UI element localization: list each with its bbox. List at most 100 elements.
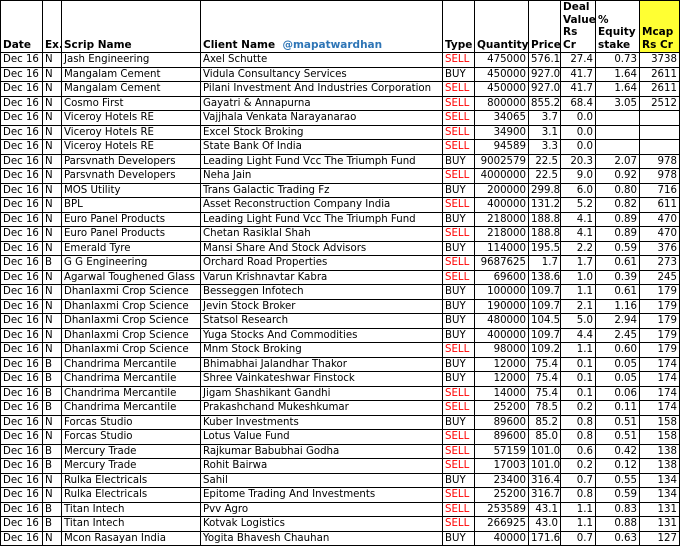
scrip-cell: Viceroy Hotels RE	[61, 110, 201, 126]
client-cell: Jevin Stock Broker	[200, 298, 443, 314]
price-cell: 22.5	[528, 153, 561, 169]
deal-value-cell: 2.2	[560, 240, 596, 256]
price-header: Price	[528, 0, 561, 53]
equity-header-line1: %	[598, 13, 609, 26]
quantity-cell: 480000	[474, 313, 529, 329]
table-row: Dec 16 N Parsvnath Developers Leading Light…	[0, 153, 680, 169]
exchange-cell: N	[42, 139, 62, 155]
scrip-cell: Euro Panel Products	[61, 211, 201, 227]
deal-value-cell: 0.8	[560, 414, 596, 430]
table-row: Dec 16 N Mangalam Cement Pilani Investment …	[0, 81, 680, 97]
scrip-cell: Jash Engineering	[61, 52, 201, 68]
exchange-cell: N	[42, 197, 62, 213]
exchange-cell: N	[42, 342, 62, 358]
price-cell: 131.2	[528, 197, 561, 213]
mcap-cell: 138	[639, 443, 680, 459]
scrip-cell: Chandrima Mercantile	[61, 356, 201, 372]
exchange-cell: N	[42, 269, 62, 285]
scrip-cell: BPL	[61, 197, 201, 213]
mcap-cell: 179	[639, 313, 680, 329]
price-cell: 927.0	[528, 66, 561, 82]
scrip-cell: Rulka Electricals	[61, 472, 201, 488]
client-cell: Jigam Shashikant Gandhi	[200, 385, 443, 401]
exchange-cell: B	[42, 501, 62, 517]
quantity-cell: 34065	[474, 110, 529, 126]
deal-value-cell: 1.1	[560, 501, 596, 517]
date-cell: Dec 16	[0, 298, 43, 314]
exchange-cell: N	[42, 487, 62, 503]
client-cell: Kotvak Logistics	[200, 516, 443, 532]
mcap-cell: 134	[639, 487, 680, 503]
table-row: Dec 16 N Dhanlaxmi Crop Science Mnm Stock B…	[0, 342, 680, 358]
mcap-cell: 158	[639, 414, 680, 430]
client-cell: Asset Reconstruction Company India	[200, 197, 443, 213]
quantity-cell: 9687625	[474, 255, 529, 271]
scrip-cell: MOS Utility	[61, 182, 201, 198]
date-cell: Dec 16	[0, 226, 43, 242]
twitter-handle: @mapatwardhan	[282, 38, 383, 51]
equity-stake-cell: 0.55	[595, 472, 640, 488]
equity-stake-cell: 0.05	[595, 371, 640, 387]
type-cell: BUY	[442, 66, 475, 82]
type-cell: BUY	[442, 284, 475, 300]
date-cell: Dec 16	[0, 139, 43, 155]
quantity-cell: 4000000	[474, 168, 529, 184]
deal-value-header-line1: Deal	[563, 1, 590, 14]
type-cell: SELL	[442, 501, 475, 517]
mcap-cell: 611	[639, 197, 680, 213]
deal-value-cell: 9.0	[560, 168, 596, 184]
date-cell: Dec 16	[0, 240, 43, 256]
price-cell: 188.8	[528, 226, 561, 242]
price-cell: 85.2	[528, 414, 561, 430]
mcap-cell: 174	[639, 371, 680, 387]
date-cell: Dec 16	[0, 81, 43, 97]
exchange-cell: N	[42, 182, 62, 198]
mcap-cell: 2611	[639, 81, 680, 97]
table-row: Dec 16 N Jash Engineering Axel Schutte SELL 4…	[0, 52, 680, 68]
deal-value-cell: 0.6	[560, 443, 596, 459]
date-cell: Dec 16	[0, 168, 43, 184]
table-row: Dec 16 N BPL Asset Reconstruction Company I…	[0, 197, 680, 213]
exchange-cell: N	[42, 81, 62, 97]
type-cell: BUY	[442, 211, 475, 227]
type-cell: SELL	[442, 458, 475, 474]
equity-stake-cell: 0.05	[595, 356, 640, 372]
table-row: Dec 16 N Dhanlaxmi Crop Science Yuga Stocks…	[0, 327, 680, 343]
exchange-cell: N	[42, 52, 62, 68]
client-cell: Chetan Rasiklal Shah	[200, 226, 443, 242]
price-cell: 75.4	[528, 356, 561, 372]
table-body: Dec 16 N Jash Engineering Axel Schutte SELL 4…	[0, 52, 680, 546]
type-cell: SELL	[442, 255, 475, 271]
exchange-cell: B	[42, 458, 62, 474]
mcap-cell: 179	[639, 298, 680, 314]
equity-stake-cell	[595, 139, 640, 155]
mcap-header-line1: Mcap	[642, 26, 674, 38]
exchange-cell: N	[42, 153, 62, 169]
exchange-cell: N	[42, 168, 62, 184]
equity-stake-cell: 2.07	[595, 153, 640, 169]
type-cell: SELL	[442, 516, 475, 532]
price-cell: 43.0	[528, 516, 561, 532]
equity-stake-cell: 1.16	[595, 298, 640, 314]
price-cell: 576.1	[528, 52, 561, 68]
client-cell: Yogita Bhavesh Chauhan	[200, 530, 443, 546]
equity-stake-cell: 1.64	[595, 66, 640, 82]
deal-value-cell: 0.0	[560, 110, 596, 126]
exchange-cell: N	[42, 284, 62, 300]
exchange-cell: B	[42, 516, 62, 532]
client-cell: Axel Schutte	[200, 52, 443, 68]
exchange-cell: B	[42, 400, 62, 416]
scrip-cell: Emerald Tyre	[61, 240, 201, 256]
deal-value-cell: 6.0	[560, 182, 596, 198]
quantity-cell: 69600	[474, 269, 529, 285]
equity-header-line3: stake	[598, 38, 631, 51]
quantity-cell: 12000	[474, 356, 529, 372]
deal-value-header-line2: Value	[563, 13, 596, 26]
client-cell: Mansi Share And Stock Advisors	[200, 240, 443, 256]
equity-stake-cell: 0.51	[595, 414, 640, 430]
equity-stake-cell: 0.80	[595, 182, 640, 198]
client-cell: Gayatri & Annapurna	[200, 95, 443, 111]
deal-value-cell: 1.0	[560, 269, 596, 285]
quantity-cell: 12000	[474, 371, 529, 387]
quantity-cell: 9002579	[474, 153, 529, 169]
